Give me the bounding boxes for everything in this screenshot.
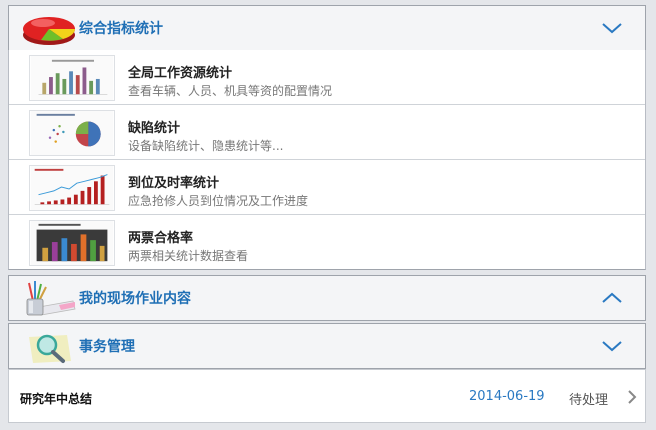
item-description: 查看车辆、人员、机具等资的配置情况 [128,84,333,98]
item-description: 应急抢修人员到位情况及工作进度 [128,194,309,208]
section-header-stats[interactable]: 综合指标统计 [8,5,646,51]
task-item[interactable]: 研究年中总结 2014-06-19 待处理 [8,369,646,423]
item-title: 到位及时率统计 [128,176,220,191]
list-item[interactable]: 两票合格率 两票相关统计数据查看 [9,215,645,270]
task-date: 2014-06-19 [469,389,545,404]
line-bar-chart-thumbnail [29,165,115,211]
item-title: 全局工作资源统计 [128,66,233,81]
item-title: 两票合格率 [128,231,194,246]
chevron-down-icon[interactable] [601,20,623,36]
item-description: 设备缺陷统计、隐患统计等... [128,139,284,153]
section-header-affairs[interactable]: 事务管理 [8,323,646,369]
list-item[interactable]: 全局工作资源统计 查看车辆、人员、机具等资的配置情况 [9,50,645,105]
section-header-field-work[interactable]: 我的现场作业内容 [8,275,646,321]
section-title: 事务管理 [79,339,135,355]
section-title: 我的现场作业内容 [79,291,191,307]
chevron-down-icon[interactable] [601,338,623,354]
pie-chart-icon [23,17,75,45]
section-title: 综合指标统计 [79,21,163,37]
magnifier-icon [29,334,71,363]
chevron-right-icon[interactable] [627,390,637,404]
item-title: 缺陷统计 [128,121,181,136]
chevron-up-icon[interactable] [601,290,623,306]
item-description: 两票相关统计数据查看 [128,249,249,263]
list-item[interactable]: 到位及时率统计 应急抢修人员到位情况及工作进度 [9,160,645,215]
task-status: 待处理 [569,393,609,408]
dark-bar-chart-thumbnail [29,220,115,266]
bar-chart-thumbnail [29,55,115,101]
pie-chart-thumbnail [29,110,115,156]
task-title: 研究年中总结 [20,392,93,406]
stats-list: 全局工作资源统计 查看车辆、人员、机具等资的配置情况 缺陷统计 设备缺陷统计、隐… [8,50,646,270]
pencil-cup-icon [26,281,76,316]
list-item[interactable]: 缺陷统计 设备缺陷统计、隐患统计等... [9,105,645,160]
